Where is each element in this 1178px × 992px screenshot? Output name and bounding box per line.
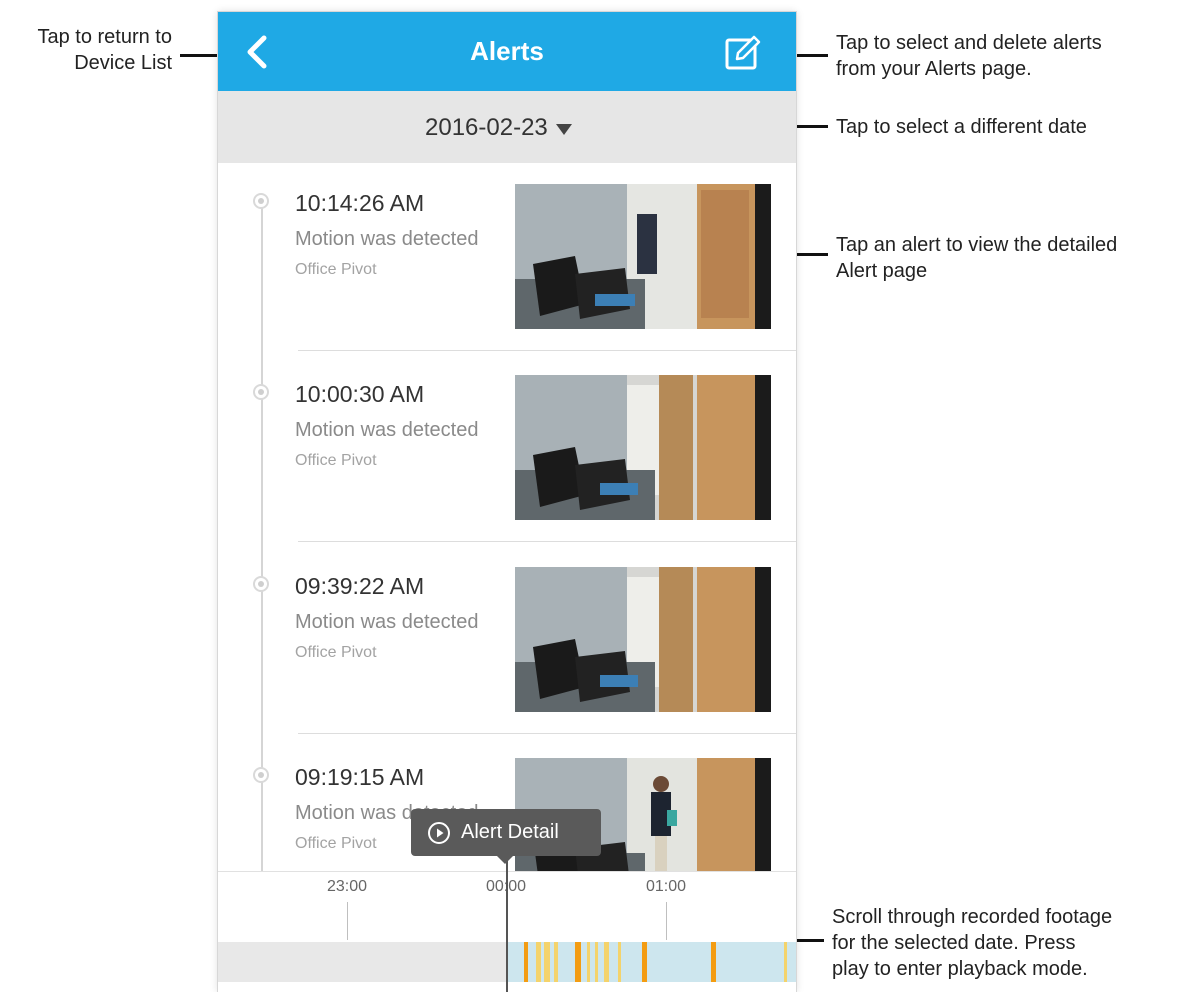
timeline-dot-icon [253,384,269,400]
timeline-dot-icon [253,767,269,783]
timeline-tick [347,902,348,940]
alert-time: 09:19:15 AM [295,764,425,790]
event-marker [604,942,609,982]
alert-item[interactable]: 09:39:22 AM Motion was detected Office P… [218,567,796,758]
divider [298,733,796,734]
alert-device: Office Pivot [295,835,377,852]
date-bar: 2016-02-23 [218,91,796,163]
edit-icon [725,35,761,70]
divider [298,541,796,542]
alert-thumbnail [515,184,771,329]
event-marker [711,942,716,982]
alert-time: 09:39:22 AM [295,573,425,599]
alert-thumbnail [515,375,771,520]
alert-detail-label: Alert Detail [461,821,559,843]
alert-device: Office Pivot [295,261,377,278]
timeline-tick-label: 23:00 [326,878,368,895]
event-marker [524,942,528,982]
alert-description: Motion was detected [295,228,479,250]
event-marker [575,942,581,982]
event-marker [554,942,558,982]
event-marker [536,942,541,982]
alert-description: Motion was detected [295,611,479,633]
alert-time: 10:00:30 AM [295,381,425,407]
caret-down-icon [555,123,572,135]
annotation-date: Tap to select a different date [836,116,1087,138]
timeline-tick-label: 01:00 [645,878,687,895]
event-marker [642,942,647,982]
edit-button[interactable] [723,32,763,72]
alert-device: Office Pivot [295,452,377,469]
timeline-tick [666,902,667,940]
alert-item[interactable]: 10:14:26 AM Motion was detected Office P… [218,184,796,375]
alert-device: Office Pivot [295,644,377,661]
alert-time: 10:14:26 AM [295,190,425,216]
annotation-timeline: Scroll through recorded footage for the … [832,906,1113,980]
annotation-back: Tap to return to Device List [37,26,172,74]
timeline-dot-icon [253,193,269,209]
date-value: 2016-02-23 [425,114,548,141]
event-marker [595,942,598,982]
alert-item[interactable]: 10:00:30 AM Motion was detected Office P… [218,375,796,566]
page-title: Alerts [470,36,544,66]
phone-screen: Alerts 2016-02-23 10:14:26 AM Motion was… [218,12,796,992]
header-bar: Alerts [218,12,796,91]
divider [298,350,796,351]
event-marker [618,942,621,982]
timeline-dot-icon [253,576,269,592]
alert-thumbnail [515,567,771,712]
annotation-edit: Tap to select and delete alerts from you… [836,32,1102,80]
event-marker [544,942,550,982]
alert-detail-button[interactable]: Alert Detail [411,809,601,864]
event-marker [587,942,590,982]
alert-description: Motion was detected [295,419,479,441]
tooltip-pointer [497,856,513,864]
annotation-alert: Tap an alert to view the detailed Alert … [836,234,1118,282]
event-marker [784,942,787,982]
date-selector[interactable]: 2016-02-23 [425,111,572,145]
play-circle-icon [428,821,450,844]
